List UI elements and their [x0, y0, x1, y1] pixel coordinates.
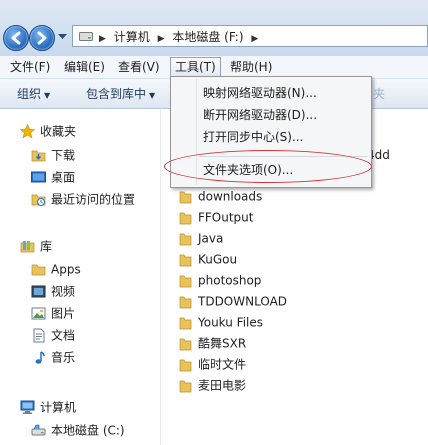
folder-name: Java [198, 231, 224, 246]
music-note-icon [35, 351, 45, 364]
desktop-icon [31, 171, 46, 183]
caret-down-icon: ▼ [44, 91, 51, 100]
drive-icon [31, 424, 46, 436]
chevron-down-icon[interactable] [58, 34, 67, 40]
nav-computer[interactable]: 计算机 [20, 397, 76, 417]
menu-file[interactable]: 文件(F) [6, 59, 54, 75]
video-icon [31, 285, 46, 298]
caret-down-icon: ▼ [149, 91, 156, 100]
nav-item-music[interactable]: 音乐 [31, 347, 75, 367]
address-field[interactable]: ▶ 计算机 ▶ 本地磁盘 (F:) ▶ [72, 25, 428, 47]
menu-view[interactable]: 查看(V) [114, 59, 164, 75]
nav-item-desktop[interactable]: 桌面 [31, 167, 75, 187]
folder-icon [179, 338, 192, 350]
arrow-right-icon [37, 31, 47, 45]
nav-item-recent-places[interactable]: 最近访问的位置 [31, 189, 135, 209]
new-folder-button[interactable]: 夹 [373, 86, 385, 102]
folder-icon [179, 254, 192, 266]
nav-item-label: Apps [51, 262, 81, 277]
list-item[interactable]: photoshop [179, 270, 261, 290]
nav-item-downloads[interactable]: 下载 [31, 145, 75, 165]
folder-icon [179, 212, 192, 224]
arrow-left-icon [11, 31, 21, 45]
list-item[interactable]: 酷舞SXR [179, 333, 246, 353]
organize-button[interactable]: 组织 ▼ [17, 86, 50, 104]
nav-item-label: 下载 [51, 148, 76, 163]
folder-icon [179, 191, 192, 203]
folder-icon [179, 359, 192, 371]
menu-help[interactable]: 帮助(H) [226, 59, 276, 75]
address-bar-region: ▶ 计算机 ▶ 本地磁盘 (F:) ▶ [0, 0, 428, 56]
picture-icon [31, 307, 46, 320]
breadcrumb: ▶ 计算机 ▶ 本地磁盘 (F:) ▶ [99, 29, 262, 45]
folder-name: Youku Files [198, 315, 264, 330]
list-item[interactable]: 麦田电影 [179, 375, 246, 395]
folder-name: KuGou [198, 252, 238, 267]
menu-item-open-sync-center[interactable]: 打开同步中心(S)... [203, 127, 303, 147]
breadcrumb-separator-icon[interactable]: ▶ [251, 34, 258, 44]
folder-name: TDDOWNLOAD [198, 294, 288, 309]
nav-favorites-label: 收藏夹 [40, 124, 77, 139]
menu-tools[interactable]: 工具(T) [170, 57, 221, 77]
nav-item-apps[interactable]: Apps [31, 259, 81, 279]
star-icon [20, 124, 35, 139]
folder-name: downloads [198, 189, 263, 204]
nav-item-label: 文档 [51, 328, 76, 343]
document-icon [33, 328, 45, 343]
nav-item-label: 本地磁盘 (C:) [51, 423, 125, 438]
recent-places-icon [31, 194, 46, 206]
breadcrumb-drive-f[interactable]: 本地磁盘 (F:) [172, 30, 243, 44]
nav-computer-label: 计算机 [40, 400, 77, 415]
nav-item-label: 图片 [51, 306, 76, 321]
list-item[interactable]: Java [179, 228, 223, 248]
folder-icon [179, 275, 192, 287]
list-item[interactable]: Youku Files [179, 312, 263, 332]
downloads-folder-icon [31, 150, 46, 162]
list-item[interactable]: downloads [179, 186, 262, 206]
nav-item-label: 音乐 [51, 350, 76, 365]
include-in-library-button[interactable]: 包含到库中 ▼ [86, 86, 155, 104]
folder-name: 酷舞SXR [198, 336, 247, 351]
list-item[interactable]: 临时文件 [179, 354, 246, 374]
folder-name: 麦田电影 [198, 378, 247, 393]
back-button[interactable] [3, 25, 29, 51]
folder-name: 临时文件 [198, 357, 247, 372]
menu-item-disconnect-network-drive[interactable]: 断开网络驱动器(D)... [203, 105, 317, 125]
nav-favorites[interactable]: 收藏夹 [20, 121, 76, 141]
organize-label: 组织 [17, 87, 42, 101]
nav-item-documents[interactable]: 文档 [31, 325, 75, 345]
breadcrumb-computer[interactable]: 计算机 [114, 30, 150, 44]
nav-item-pictures[interactable]: 图片 [31, 303, 75, 323]
list-item[interactable]: KuGou [179, 249, 237, 269]
folder-icon [179, 296, 192, 308]
nav-item-videos[interactable]: 视频 [31, 281, 75, 301]
navigation-pane: 收藏夹 下载 桌面 最近访问的位置 库 Apps 视频 图片 文档 音乐 计算机… [0, 109, 161, 445]
forward-button[interactable] [29, 25, 55, 51]
menu-item-map-network-drive[interactable]: 映射网络驱动器(N)... [203, 83, 317, 103]
nav-libraries-label: 库 [40, 239, 53, 254]
library-icon [20, 241, 35, 253]
folder-icon [179, 380, 192, 392]
breadcrumb-separator-icon[interactable]: ▶ [99, 34, 106, 44]
list-item[interactable]: TDDOWNLOAD [179, 291, 287, 311]
drive-icon [79, 32, 93, 41]
nav-item-label: 最近访问的位置 [51, 192, 136, 207]
include-library-label: 包含到库中 [86, 87, 147, 101]
breadcrumb-separator-icon[interactable]: ▶ [158, 34, 165, 44]
nav-item-label: 桌面 [51, 170, 76, 185]
highlight-annotation-ellipse [164, 150, 372, 183]
folder-name: FFOutput [198, 210, 254, 225]
nav-libraries[interactable]: 库 [20, 236, 52, 256]
folder-icon [179, 317, 192, 329]
folder-name: photoshop [198, 273, 262, 288]
list-item[interactable]: FFOutput [179, 207, 254, 227]
folder-icon [179, 233, 192, 245]
folder-icon [31, 264, 46, 276]
computer-icon [20, 400, 35, 414]
nav-item-drive-c[interactable]: 本地磁盘 (C:) [31, 420, 125, 440]
menu-edit[interactable]: 编辑(E) [60, 59, 109, 75]
nav-item-label: 视频 [51, 284, 76, 299]
